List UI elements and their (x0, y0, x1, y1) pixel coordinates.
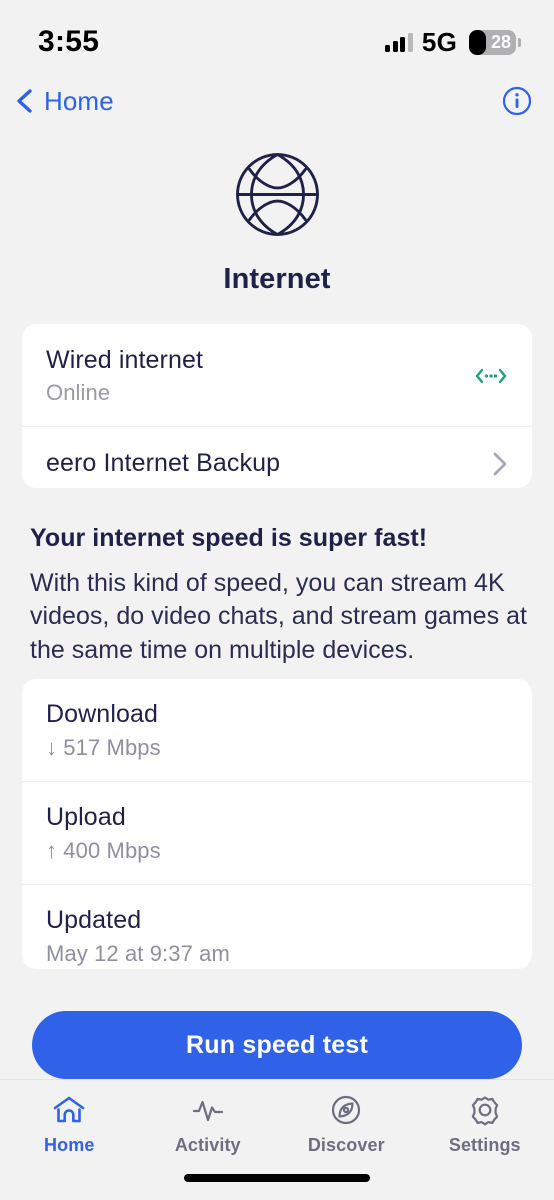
tab-home[interactable]: Home (0, 1094, 139, 1156)
home-indicator[interactable] (184, 1174, 370, 1182)
battery-icon: 28 (469, 29, 521, 55)
eero-internet-backup-row[interactable]: eero Internet Backup (22, 426, 532, 488)
wired-internet-text: Wired internet Online (46, 346, 203, 406)
battery-percent: 28 (490, 32, 511, 52)
tab-discover[interactable]: Discover (277, 1094, 416, 1156)
tab-activity[interactable]: Activity (139, 1094, 278, 1156)
download-label: Download (46, 700, 158, 729)
upload-stat-row: Upload ↑ 400 Mbps (22, 781, 532, 884)
globe-icon (235, 153, 319, 236)
tab-discover-label: Discover (307, 1135, 385, 1155)
eero-internet-backup-text: eero Internet Backup (46, 449, 280, 478)
page-title: Internet (223, 263, 331, 295)
upload-value: ↑ 400 Mbps (46, 838, 161, 864)
hero-section: Internet (0, 130, 554, 296)
speed-summary: Your internet speed is super fast! With … (0, 488, 554, 668)
wired-internet-title: Wired internet (46, 346, 204, 374)
tab-settings[interactable]: Settings (416, 1094, 554, 1156)
home-indicator-area (0, 1156, 554, 1200)
updated-stat-row: Updated May 12 at 9:37 am (22, 884, 532, 969)
chevron-left-icon (17, 89, 32, 113)
chevron-right-icon (493, 452, 507, 475)
house-icon (53, 1096, 85, 1123)
connection-card: Wired internet Online eero Internet Back… (22, 324, 532, 488)
run-speed-test-button[interactable]: Run speed test (32, 1011, 522, 1079)
tab-home-label: Home (44, 1135, 95, 1155)
upload-label: Upload (46, 803, 126, 832)
wired-internet-status: Online (46, 380, 111, 405)
wired-internet-row[interactable]: Wired internet Online (22, 324, 532, 426)
pulse-icon (192, 1100, 223, 1122)
bottom-tab-bar: Home Activity Discover Settings (0, 1079, 554, 1156)
eero-internet-backup-title: eero Internet Backup (46, 449, 281, 477)
app-screen: 3:55 5G 28 Home Internet Wired internet … (0, 0, 554, 1200)
back-button[interactable]: Home (14, 86, 114, 117)
status-time: 3:55 (38, 25, 100, 58)
download-value: ↓ 517 Mbps (46, 735, 161, 761)
cellular-signal-icon (385, 32, 413, 52)
back-button-label: Home (44, 85, 114, 116)
download-stat-row: Download ↓ 517 Mbps (22, 679, 532, 781)
data-transfer-icon (475, 368, 507, 384)
cta-container: Run speed test (0, 969, 554, 1079)
tab-activity-label: Activity (174, 1135, 241, 1155)
speed-summary-headline: Your internet speed is super fast! (30, 523, 428, 552)
info-circle-icon[interactable] (502, 86, 532, 116)
network-type-label: 5G (421, 26, 457, 57)
status-indicators: 5G 28 (385, 26, 521, 58)
compass-icon (332, 1095, 361, 1125)
updated-value: May 12 at 9:37 am (46, 941, 230, 967)
gear-icon (471, 1096, 498, 1126)
speed-summary-body: With this kind of speed, you can stream … (30, 568, 527, 664)
nav-bar: Home (0, 72, 554, 130)
updated-label: Updated (46, 906, 142, 935)
tab-settings-label: Settings (448, 1135, 521, 1155)
status-bar: 3:55 5G 28 (0, 0, 554, 72)
speed-stats-card: Download ↓ 517 Mbps Upload ↑ 400 Mbps Up… (22, 679, 532, 969)
